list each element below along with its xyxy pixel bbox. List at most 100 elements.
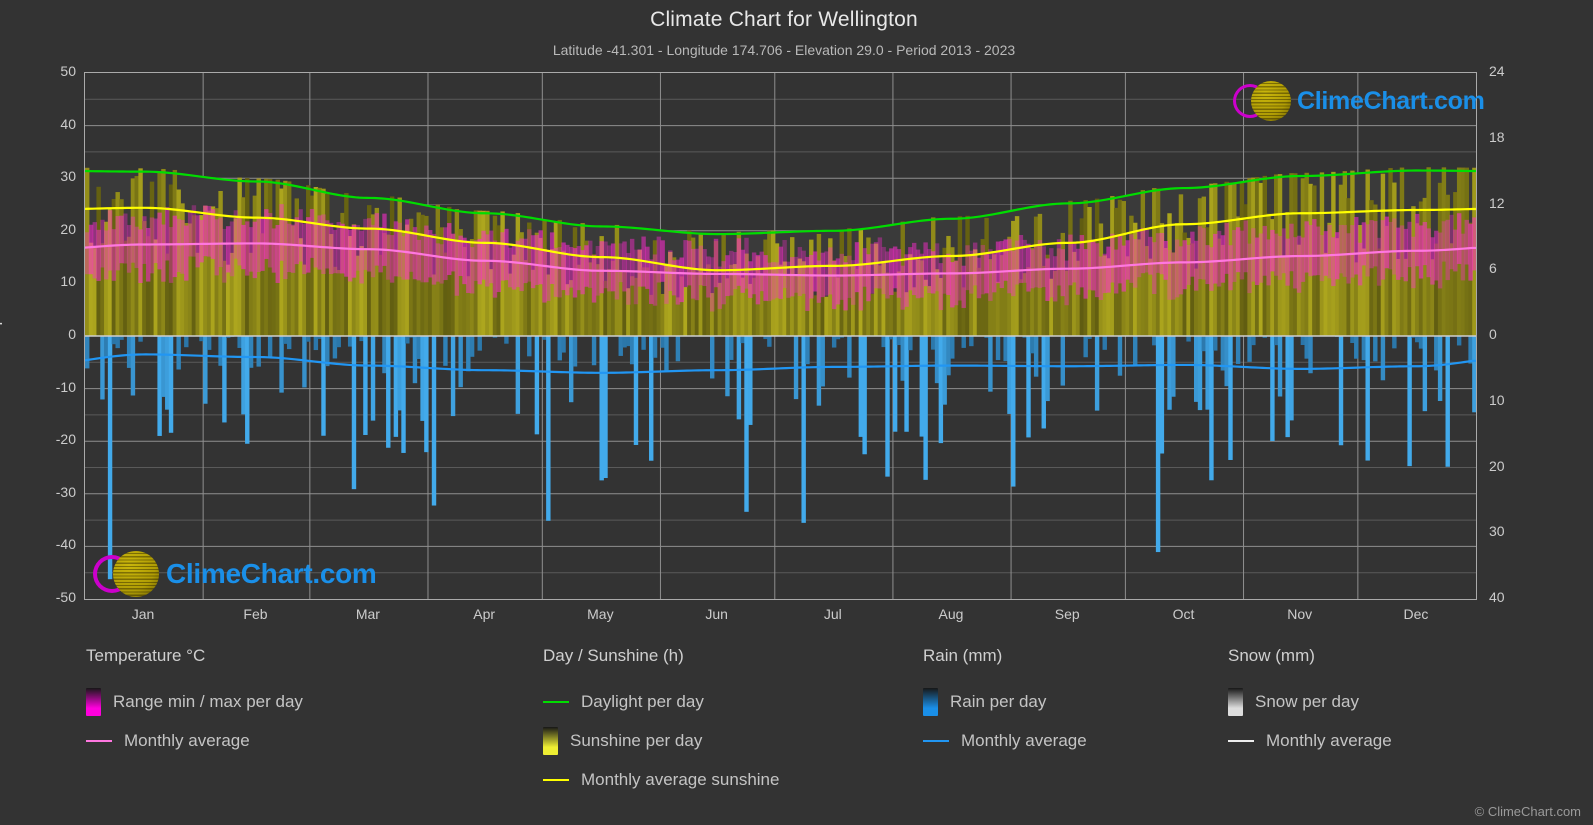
chart-bar — [500, 232, 505, 281]
chart-bar — [325, 220, 330, 269]
chart-bar — [1193, 240, 1199, 291]
chart-bar — [946, 336, 951, 376]
legend-item[interactable]: Range min / max per day — [86, 682, 303, 721]
chart-bar — [176, 336, 181, 370]
chart-bar — [469, 336, 475, 357]
chart-bar — [1121, 245, 1126, 292]
chart-bar — [961, 336, 966, 348]
chart-bar — [184, 225, 189, 281]
chart-bar — [363, 336, 368, 435]
chart-bar — [1018, 279, 1024, 336]
legend-line-icon — [1228, 739, 1254, 742]
chart-bar — [306, 336, 311, 342]
chart-bar — [729, 336, 734, 360]
chart-bar — [1117, 336, 1123, 376]
chart-bar — [546, 251, 551, 301]
chart-bar — [450, 336, 456, 417]
chart-bar — [1254, 237, 1260, 286]
chart-bar — [405, 336, 410, 344]
chart-bar — [889, 248, 894, 296]
chart-bar — [1262, 225, 1267, 276]
chart-bar — [1350, 336, 1355, 344]
y-tick-left: -30 — [55, 483, 76, 500]
chart-bar — [881, 336, 886, 348]
chart-bar — [1289, 223, 1294, 272]
legend-item[interactable]: Snow per day — [1228, 682, 1392, 721]
chart-bar — [736, 238, 742, 286]
legend-item[interactable]: Rain per day — [923, 682, 1087, 721]
chart-bar — [972, 242, 978, 286]
chart-bar — [332, 266, 338, 336]
chart-bar — [1384, 216, 1389, 269]
chart-bar — [812, 295, 818, 336]
chart-bar — [1468, 223, 1473, 281]
chart-bar — [568, 280, 574, 336]
legend-item-label: Snow per day — [1255, 691, 1359, 711]
chart-bar — [999, 241, 1005, 289]
chart-bar — [153, 218, 159, 264]
chart-bar — [961, 265, 966, 308]
chart-bar — [839, 253, 844, 300]
chart-bar — [576, 246, 582, 291]
chart-bar — [1468, 336, 1473, 364]
chart-bar — [801, 250, 806, 294]
chart-bar — [534, 336, 540, 435]
chart-bar — [100, 336, 105, 400]
chart-bar — [892, 336, 898, 432]
legend-item[interactable]: Daylight per day — [543, 682, 779, 721]
chart-bar — [488, 230, 494, 284]
chart-bar — [1167, 336, 1172, 410]
logo-wordmark: ClimeChart.com — [166, 558, 377, 589]
chart-bar — [313, 336, 319, 351]
chart-bar — [588, 240, 593, 288]
chart-bar — [1456, 336, 1462, 346]
legend-item[interactable]: Monthly average — [1228, 721, 1392, 760]
chart-bar — [96, 229, 101, 281]
chart-bar — [736, 336, 742, 420]
chart-bar — [92, 222, 98, 279]
chart-bar — [618, 336, 623, 356]
chart-bar — [1148, 236, 1153, 275]
chart-bar — [828, 247, 833, 295]
legend-heading: Snow (mm) — [1228, 646, 1315, 665]
chart-bar — [1083, 249, 1088, 299]
chart-bar — [393, 336, 399, 437]
logo-sphere-icon — [113, 551, 159, 597]
chart-bar — [237, 216, 242, 266]
chart-bar — [561, 336, 566, 353]
chart-bar — [424, 336, 429, 453]
chart-bar — [168, 336, 174, 433]
chart-bar — [664, 265, 669, 304]
chart-bar — [290, 224, 296, 273]
chart-bar — [656, 236, 662, 283]
x-tick-month: Nov — [1287, 606, 1313, 622]
chart-bar — [1167, 249, 1172, 300]
chart-bar — [302, 264, 307, 336]
chart-bar — [237, 336, 242, 348]
chart-bar — [420, 235, 425, 283]
chart-bar — [1464, 219, 1469, 265]
chart-bar — [1213, 233, 1218, 284]
chart-bar — [843, 262, 848, 311]
legend-item[interactable]: Sunshine per day — [543, 721, 779, 760]
chart-bar — [709, 336, 715, 379]
chart-bar — [226, 226, 231, 273]
rain-bars — [85, 336, 1476, 580]
legend-item[interactable]: Monthly average — [86, 721, 303, 760]
chart-bar — [1300, 336, 1306, 346]
chart-bar — [1235, 227, 1241, 273]
chart-bar — [1007, 238, 1012, 294]
chart-bar — [1300, 237, 1306, 282]
chart-bar — [1346, 233, 1351, 284]
chart-bar — [892, 291, 898, 336]
chart-bar — [382, 336, 387, 374]
chart-bar — [1251, 336, 1256, 346]
chart-bar — [1045, 336, 1050, 402]
chart-bar — [1380, 336, 1386, 381]
chart-bar — [553, 247, 559, 297]
chart-bar — [637, 249, 642, 287]
legend-item[interactable]: Monthly average — [923, 721, 1087, 760]
chart-bar — [397, 336, 402, 411]
legend-line-icon — [86, 739, 112, 742]
legend-item[interactable]: Monthly average sunshine — [543, 760, 779, 799]
